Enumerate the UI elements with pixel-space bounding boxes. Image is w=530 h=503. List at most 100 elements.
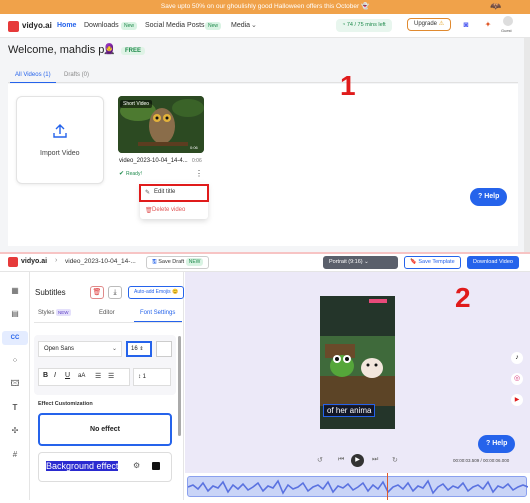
tab-styles[interactable]: Styles NEW [38, 309, 71, 316]
auto-add-emojis-button[interactable]: Auto-add Emojis 😊 [128, 286, 185, 299]
sliders-icon[interactable]: ⚙ [133, 461, 140, 470]
menu-delete-video[interactable]: Delete video [152, 207, 185, 213]
line-spacing-field[interactable]: ↕ 1 [133, 368, 171, 386]
panel-scrollbar[interactable] [178, 336, 181, 436]
bat-icon: 🦇 [490, 1, 502, 11]
font-color-swatch[interactable] [156, 341, 172, 357]
import-video-label: Import Video [40, 150, 80, 157]
aspect-ratio-select[interactable]: Portrait (9:16) ⌄ [323, 256, 398, 269]
forward-icon[interactable]: ↻ [392, 456, 398, 464]
no-effect-option[interactable]: No effect [38, 413, 172, 446]
warning-icon: ⚠ [438, 21, 445, 27]
font-family-select[interactable]: Open Sans ⌄ [38, 341, 122, 357]
avatar-label: Guest [501, 28, 512, 33]
edit-icon: ✎ [145, 190, 151, 196]
elements-icon[interactable]: ⁘ [10, 356, 20, 366]
upgrade-button[interactable]: Upgrade ⚠ [407, 18, 452, 31]
brand-name: vidyo.ai [22, 21, 52, 30]
annotation-2: 2 [455, 282, 471, 313]
next-icon[interactable]: ⏭ [372, 456, 378, 464]
tab-styles-label: Styles [38, 310, 55, 316]
nav-downloads[interactable]: Downloads [84, 22, 119, 29]
underline-icon[interactable]: U [65, 372, 70, 379]
tiktok-icon[interactable]: ♪ [511, 352, 523, 364]
effects-icon[interactable]: ✣ [10, 426, 20, 436]
sparkle-icon[interactable]: ✦ [482, 19, 494, 31]
save-draft-button[interactable]: 🖫 Save Draft NEW [146, 256, 210, 269]
promo-text: Save upto 50% on our ghoulishly good Hal… [160, 3, 370, 10]
nav-home[interactable]: Home [57, 22, 76, 29]
check-icon: ✔ [119, 171, 125, 177]
layout-icon[interactable]: ▦ [10, 286, 20, 296]
save-template-button[interactable]: 🔖 Save Template [404, 256, 461, 269]
align-center-icon[interactable]: ☰ [108, 372, 114, 380]
youtube-icon[interactable]: ▶ [511, 394, 523, 406]
line-spacing-icon: ↕ [138, 374, 141, 380]
audio-waveform[interactable] [187, 476, 529, 497]
annotation-1: 1 [340, 70, 356, 101]
subtitles-icon: CC [10, 335, 20, 341]
italic-icon[interactable]: I [54, 372, 56, 379]
panel-tabs-border [34, 322, 182, 323]
download-video-label: Download Video [473, 259, 513, 265]
help-editor-icon: ? [486, 440, 491, 447]
no-effect-label: No effect [90, 426, 120, 433]
save-draft-new-badge: NEW [185, 258, 204, 266]
help-button-top[interactable]: ? Help [470, 188, 508, 206]
media-icon[interactable]: ▤ [10, 309, 20, 319]
chevron-down-icon: ⌄ [251, 22, 257, 29]
font-chevron-icon: ⌄ [111, 346, 117, 352]
nav-social-media[interactable]: Social Media Posts [145, 22, 205, 29]
editor-logo-icon [8, 257, 18, 267]
text-icon[interactable]: T [10, 403, 20, 413]
effect-color-swatch[interactable] [152, 462, 160, 470]
font-size-value: 16 [131, 346, 138, 352]
previous-icon[interactable]: ⏮ [338, 456, 344, 464]
help-editor-label: Help [492, 440, 508, 447]
help-label: Help [484, 193, 500, 200]
avatar-emoji-icon: 🧕 [103, 44, 116, 55]
editor-file-name[interactable]: video_2023-10-04_14-... [65, 258, 136, 265]
more-options-icon[interactable]: ⋮ [195, 170, 203, 178]
font-size-stepper[interactable]: 16 ⇕ [126, 341, 152, 357]
timeline-playhead[interactable] [387, 473, 388, 500]
video-title: video_2023-10-04_14-4... [119, 158, 188, 164]
delete-subtitles-button[interactable]: 🗑 [90, 286, 104, 299]
styles-new-badge: NEW [56, 309, 71, 316]
scrollbar[interactable] [524, 38, 530, 252]
tab-active-underline [10, 82, 56, 83]
tab-font-settings[interactable]: Font Settings [140, 310, 175, 316]
tab-drafts[interactable]: Drafts (0) [64, 72, 89, 78]
video-top-caption-badge [369, 299, 387, 303]
nav-media[interactable]: Media [231, 22, 250, 29]
menu-edit-title[interactable]: Edit title [154, 189, 175, 195]
import-video-card[interactable] [16, 96, 104, 184]
save-template-label: Save Template [418, 259, 455, 265]
download-video-button[interactable]: Download Video [467, 256, 519, 269]
bold-icon[interactable]: B [43, 372, 48, 379]
image-icon[interactable]: 🖾 [10, 379, 20, 389]
video-caption-text: of her anima [327, 406, 372, 415]
video-duration: 0:06 [192, 158, 202, 164]
short-video-badge: Short Video [120, 100, 153, 108]
avatar[interactable] [503, 16, 513, 26]
social-new-badge: New [205, 22, 222, 30]
help-button-editor[interactable]: ? Help [478, 435, 516, 453]
play-button[interactable]: ▶ [351, 454, 364, 467]
minutes-text: 74 / 75 mins left [346, 22, 386, 28]
minutes-left: ◔ 74 / 75 mins left [336, 19, 392, 32]
editor-brand: vidyo.ai [21, 258, 48, 265]
aspect-ratio-label: Portrait (9:16) [329, 259, 363, 265]
promo-banner[interactable]: Save upto 50% on our ghoulishly good Hal… [0, 0, 530, 14]
thumbnail-duration: 0:06 [190, 145, 198, 150]
discord-icon[interactable]: ◙ [460, 19, 472, 31]
download-subtitles-button[interactable]: ⤓ [108, 286, 122, 299]
align-left-icon[interactable]: ☰ [95, 372, 101, 380]
tab-all-videos[interactable]: All Videos (1) [15, 72, 51, 78]
rewind-icon[interactable]: ↺ [317, 456, 323, 464]
case-icon[interactable]: aA [78, 373, 85, 379]
tab-editor[interactable]: Editor [99, 310, 115, 316]
hashtag-icon[interactable]: # [10, 450, 20, 460]
instagram-icon[interactable]: ◎ [511, 373, 523, 385]
effect-section-title: Effect Customization [38, 401, 93, 407]
